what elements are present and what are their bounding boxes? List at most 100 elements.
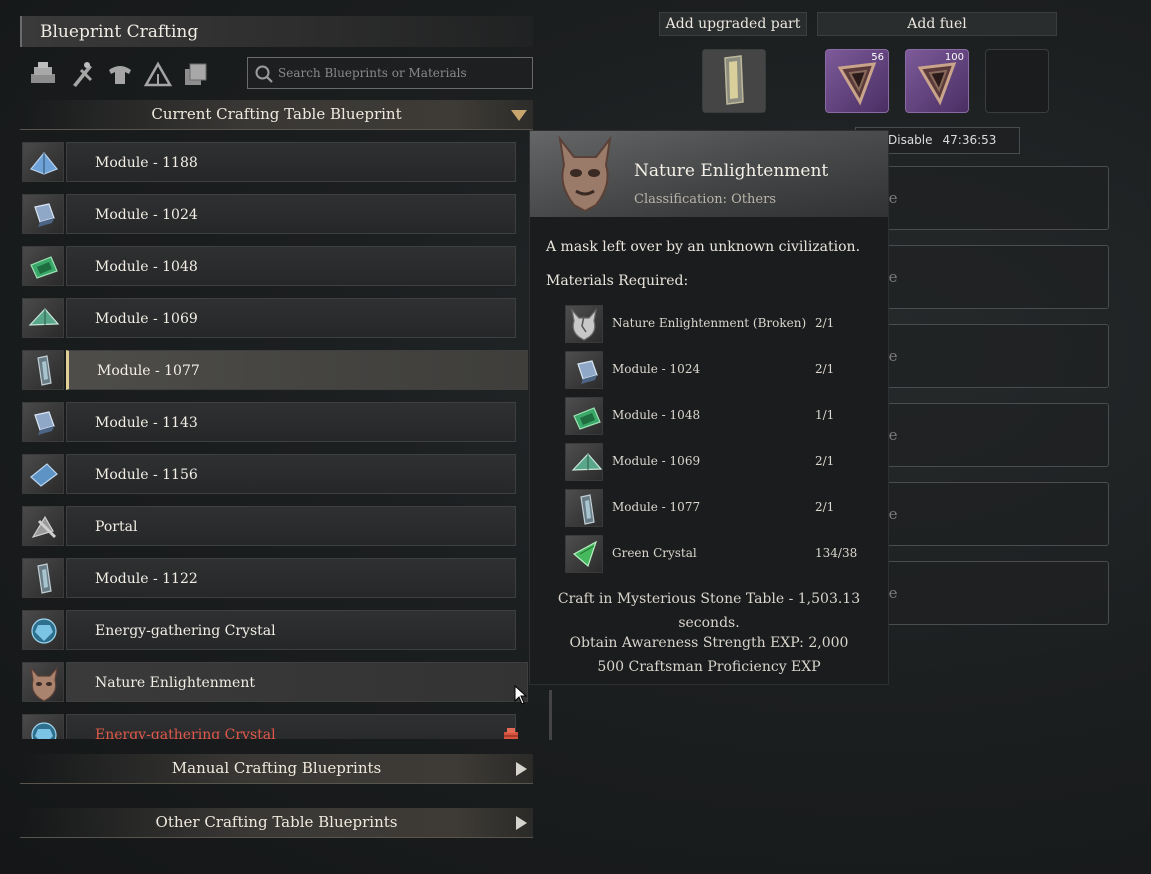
material-name: Module - 1048 [612,408,701,422]
blueprint-label: Module - 1143 [66,402,516,442]
section-manual-label: Manual Crafting Blueprints [171,759,382,777]
collapse-arrow-icon[interactable] [511,110,527,121]
armor-icon[interactable] [105,60,135,88]
exp-awareness: Obtain Awareness Strength EXP: 2,000 [569,635,849,651]
timer-value: 47:36:53 [942,133,997,147]
blueprint-label: Module - 1156 [66,454,516,494]
fuel-slot-1[interactable]: 56 [825,49,889,113]
blue-plate-module-icon [22,454,64,494]
green-plate-module-icon [565,397,603,435]
blueprint-item[interactable]: Module - 1024 [22,194,532,234]
expand-arrow-icon[interactable] [516,816,527,830]
material-row: Module - 1077 2/1 [565,489,865,527]
mask-icon [22,662,64,702]
material-name: Module - 1069 [612,454,701,468]
blue-pyramid-module-icon [22,142,64,182]
expand-arrow-icon[interactable] [516,762,527,776]
blueprint-item[interactable]: Energy-gathering Crystal [22,610,532,650]
blueprint-item[interactable]: Portal [22,506,532,546]
section-manual-blueprints[interactable]: Manual Crafting Blueprints [20,754,533,784]
scrollbar[interactable] [549,690,552,740]
blueprint-item[interactable]: Nature Enlightenment [22,662,532,702]
tooltip-classification: Classification: Others [634,192,776,207]
material-quantity: 2/1 [815,454,835,468]
blue-cube-module-icon [22,402,64,442]
material-quantity: 2/1 [815,500,835,514]
material-quantity: 134/38 [815,546,858,560]
blueprint-item[interactable]: Module - 1077 [22,350,532,390]
upgrade-part-slot[interactable] [702,49,766,113]
rod-module-icon [565,489,603,527]
search-input[interactable] [278,62,526,84]
search-box[interactable] [247,57,533,89]
building-icon[interactable] [181,60,211,88]
queue-slot[interactable]: ue [868,482,1109,546]
queue-slot[interactable]: ue [868,166,1109,230]
blueprint-label: Module - 1024 [66,194,516,234]
section-current-label: Current Crafting Table Blueprint [151,105,402,123]
blueprint-label: Module - 1188 [66,142,516,182]
energy-crystal-icon [22,610,64,650]
fuel-slot-2[interactable]: 100 [905,49,969,113]
materials-label: Materials Required: [546,273,689,289]
craft-info: Craft in Mysterious Stone Table - 1,503.… [557,591,861,631]
add-fuel-button[interactable]: Add fuel [817,12,1057,36]
section-other-blueprints[interactable]: Other Crafting Table Blueprints [20,808,533,838]
fuel-count: 100 [944,52,964,63]
blueprint-list[interactable]: Module - 1188 Module - 1024 Module - 1048 M… [20,142,532,739]
material-row: Module - 1069 2/1 [565,443,865,481]
material-name: Nature Enlightenment (Broken) [612,316,807,330]
rod-module-icon [22,558,64,598]
blueprint-item[interactable]: Module - 1048 [22,246,532,286]
material-row: Nature Enlightenment (Broken) 2/1 [565,305,865,343]
panel-title: Blueprint Crafting [20,16,533,47]
blueprint-item[interactable]: Energy-gathering Crystal [22,714,532,739]
disable-label: Disable [888,133,933,147]
material-quantity: 2/1 [815,316,835,330]
add-upgraded-part-button[interactable]: Add upgraded part [659,12,807,36]
green-crystal-icon [565,535,603,573]
section-other-label: Other Crafting Table Blueprints [155,813,398,831]
fuel-count: 56 [871,52,884,63]
materials-icon[interactable] [28,60,58,88]
search-icon [255,65,273,83]
tooltip-title: Nature Enlightenment [634,161,829,181]
camp-icon[interactable] [143,60,173,88]
blueprint-label: Module - 1122 [66,558,516,598]
green-plate-module-icon [22,246,64,286]
queue-slot[interactable]: ue [868,403,1109,467]
tooltip-description: A mask left over by an unknown civilizat… [546,239,861,255]
portal-icon [22,506,64,546]
queue-slot[interactable]: ue [868,324,1109,388]
tooltip-header: Nature Enlightenment Classification: Oth… [530,131,888,217]
blueprint-item[interactable]: Module - 1188 [22,142,532,182]
green-prism-module-icon [565,443,603,481]
material-quantity: 2/1 [815,362,835,376]
insufficient-materials-icon [502,726,520,739]
material-row: Green Crystal 134/38 [565,535,865,573]
material-name: Module - 1077 [612,500,701,514]
blue-cube-module-icon [565,351,603,389]
rod-module-icon [703,50,765,112]
material-quantity: 1/1 [815,408,835,422]
blueprint-label: Module - 1069 [66,298,516,338]
green-prism-module-icon [22,298,64,338]
rod-module-icon [22,350,64,390]
queue-slot[interactable]: ue [868,561,1109,625]
energy-crystal-icon [22,714,64,739]
section-current-blueprints[interactable]: Current Crafting Table Blueprint [20,100,533,130]
blueprint-label: Module - 1048 [66,246,516,286]
blueprint-item[interactable]: Module - 1069 [22,298,532,338]
blueprint-label: Module - 1077 [66,350,528,390]
item-tooltip: Nature Enlightenment Classification: Oth… [529,130,889,685]
queue-slot[interactable]: ue [868,245,1109,309]
material-name: Module - 1024 [612,362,701,376]
material-row: Module - 1024 2/1 [565,351,865,389]
material-name: Green Crystal [612,546,697,560]
blueprint-item[interactable]: Module - 1156 [22,454,532,494]
blueprint-item[interactable]: Module - 1122 [22,558,532,598]
weapons-icon[interactable] [67,60,97,88]
blueprint-item[interactable]: Module - 1143 [22,402,532,442]
fuel-slot-empty[interactable] [985,49,1049,113]
blueprint-label: Nature Enlightenment [66,662,528,702]
